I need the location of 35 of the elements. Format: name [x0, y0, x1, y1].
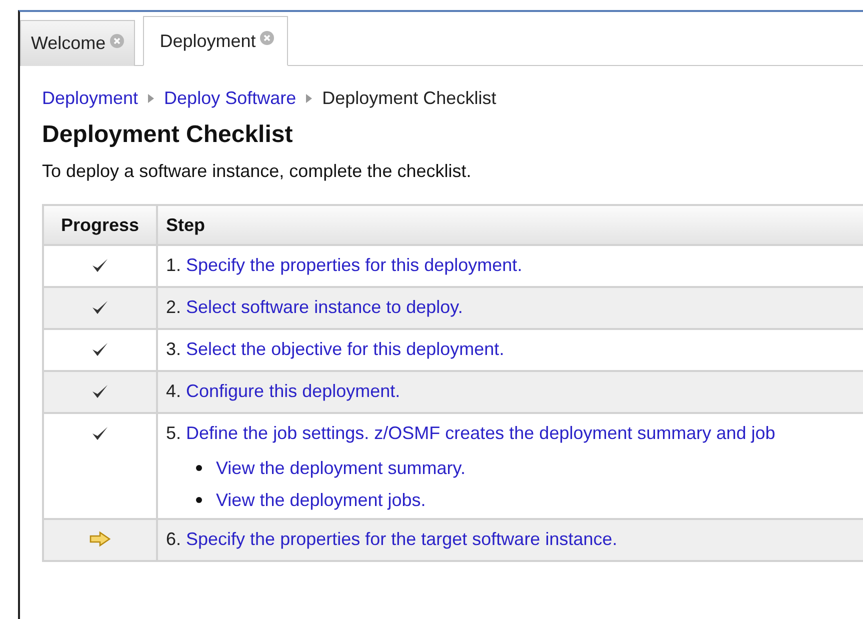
- close-icon[interactable]: [260, 31, 274, 45]
- step-link[interactable]: Specify the properties for the target software instance.: [186, 528, 618, 550]
- sub-step-link[interactable]: View the deployment summary.: [216, 458, 466, 478]
- chevron-icon: [306, 94, 312, 102]
- intro-text: To deploy a software instance, complete the checklist.: [42, 161, 472, 183]
- bullet-icon: [196, 497, 202, 503]
- checkmark-icon: [91, 425, 109, 441]
- tab[interactable]: Deployment: [142, 16, 288, 66]
- chevron-icon: [148, 94, 154, 102]
- step-link[interactable]: Configure this deployment.: [186, 380, 400, 402]
- step-number: 2.: [166, 296, 182, 318]
- breadcrumb-link[interactable]: Deployment: [42, 88, 138, 108]
- column-header: Progress: [43, 205, 157, 245]
- sub-step-link[interactable]: View the deployment jobs.: [216, 490, 426, 510]
- step-link[interactable]: Define the job settings. z/OSMF creates the deployment summary and job: [186, 422, 776, 444]
- step-link[interactable]: Select the objective for this deployment.: [186, 338, 504, 360]
- breadcrumb-link[interactable]: Deploy Software: [164, 88, 296, 108]
- step-number: 3.: [166, 338, 182, 360]
- step-number: 4.: [166, 380, 182, 402]
- breadcrumb-current: Deployment Checklist: [322, 88, 496, 108]
- bullet-icon: [196, 465, 202, 471]
- column-header: Step: [157, 205, 863, 245]
- checkmark-icon: [91, 299, 109, 315]
- tab[interactable]: Welcome: [20, 20, 135, 66]
- step-number: 1.: [166, 254, 182, 276]
- step-number: 5.: [166, 422, 182, 444]
- page-title: Deployment Checklist: [42, 120, 294, 150]
- step-link[interactable]: Specify the properties for this deployment.: [186, 254, 522, 276]
- checkmark-icon: [91, 383, 109, 399]
- checkmark-icon: [91, 257, 109, 273]
- arrow-icon: [89, 531, 111, 547]
- close-icon[interactable]: [110, 34, 124, 48]
- step-link[interactable]: Select software instance to deploy.: [186, 296, 463, 318]
- step-number: 6.: [166, 528, 182, 550]
- checkmark-icon: [91, 341, 109, 357]
